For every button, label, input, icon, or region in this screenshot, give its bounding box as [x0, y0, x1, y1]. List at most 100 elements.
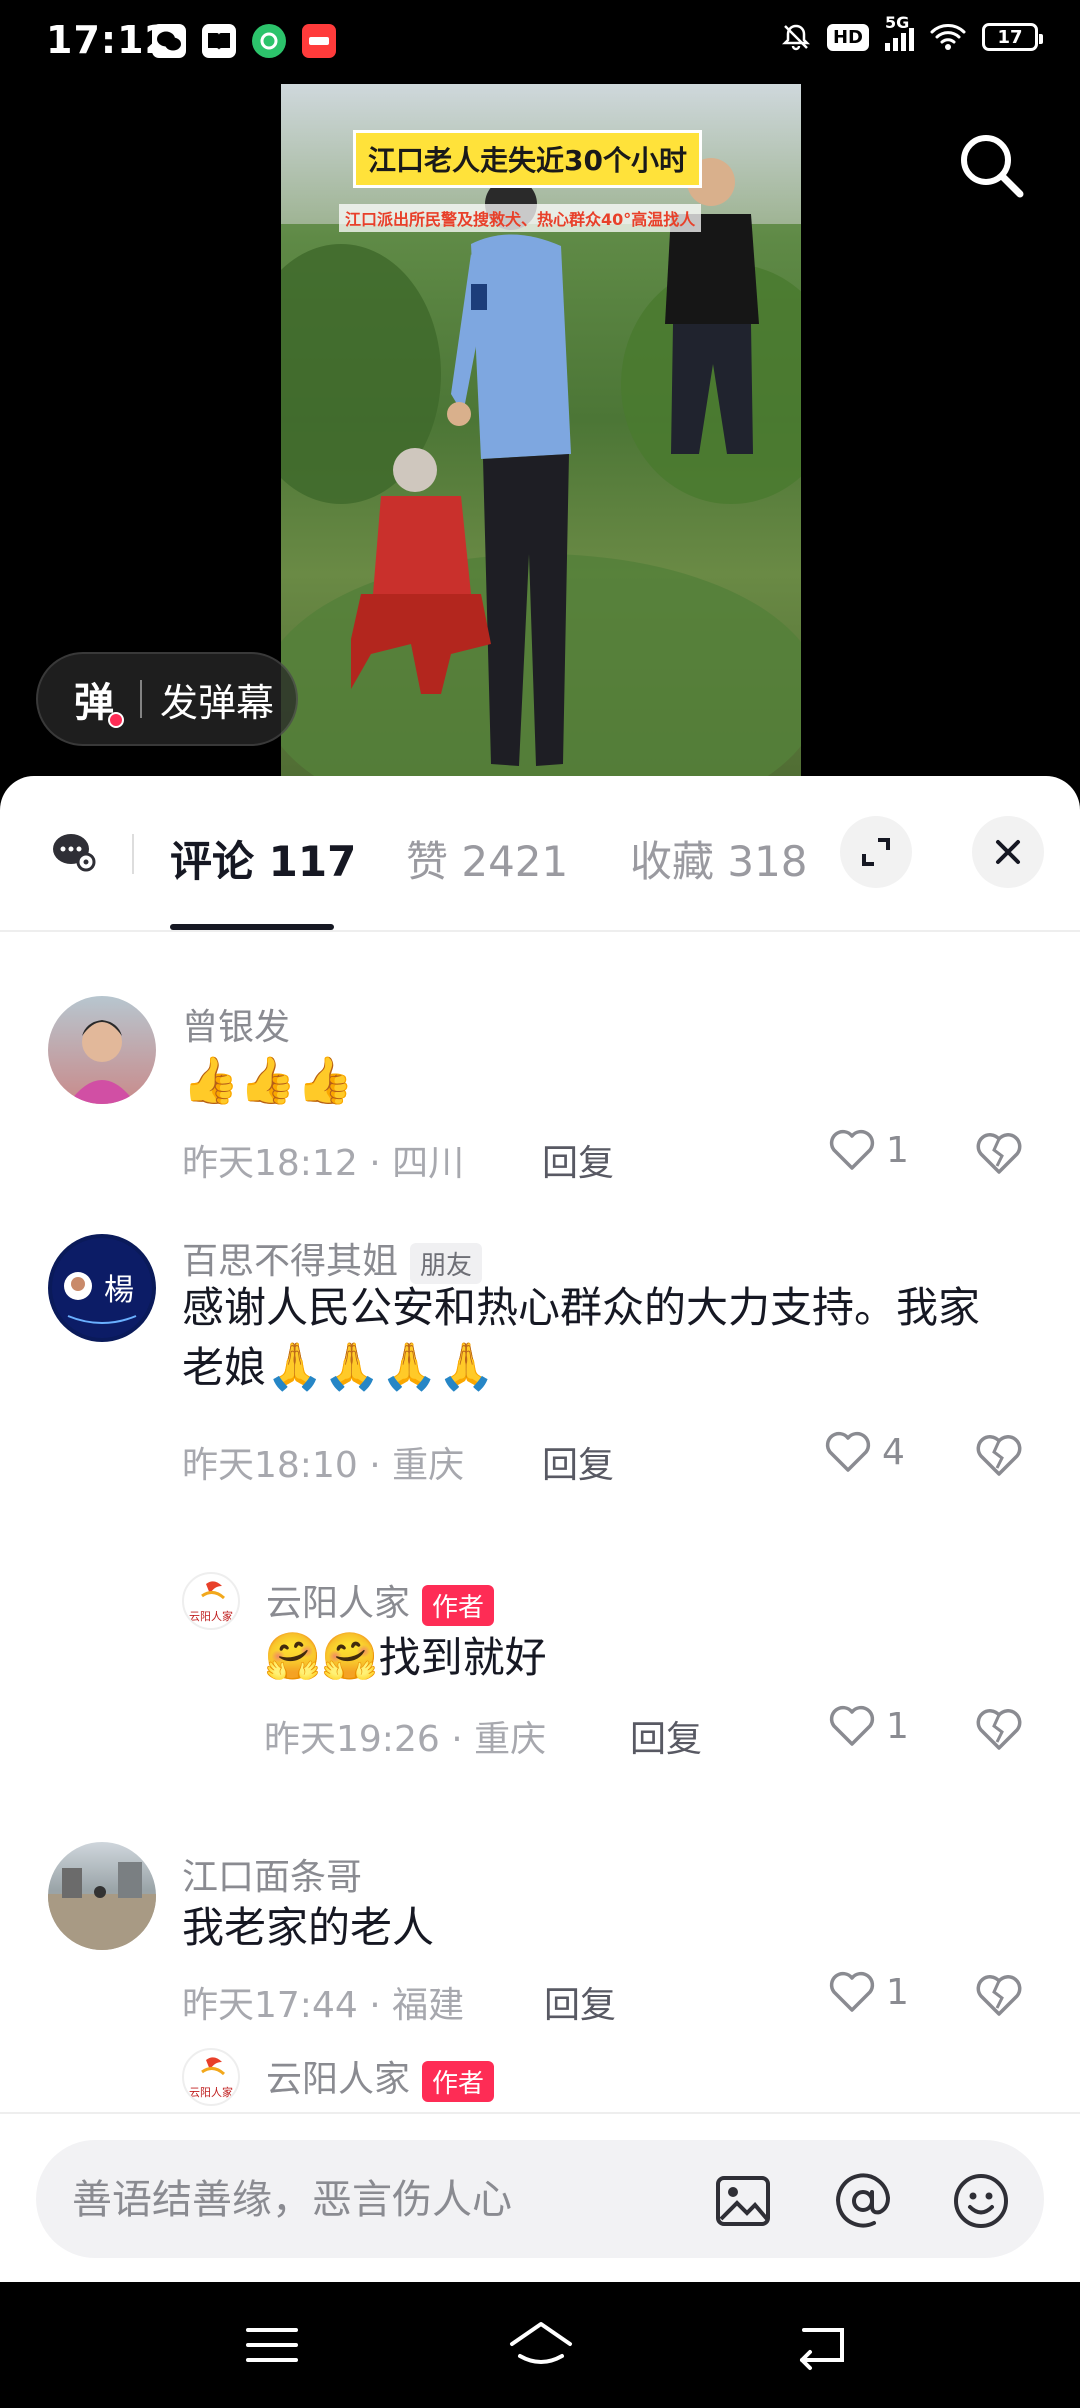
- hd-badge: HD: [826, 23, 869, 51]
- comment-time: 昨天19:26: [264, 1719, 440, 1760]
- hugging-emoji: 🤗: [321, 1629, 379, 1683]
- reply-button[interactable]: 回复: [542, 1134, 614, 1186]
- like-button[interactable]: 4: [824, 1430, 905, 1474]
- comment-location: 福建: [392, 1985, 465, 2026]
- like-count: 1: [886, 1129, 909, 1171]
- smiley-icon: [954, 2174, 1008, 2228]
- wechat-icon: [152, 24, 186, 58]
- comment-author[interactable]: 云阳人家 作者: [266, 2050, 495, 2102]
- comment-text: 🤗🤗找到就好: [264, 1628, 547, 1688]
- sheet-header: 评论 117 赞 2421 收藏 318: [0, 776, 1080, 932]
- dislike-button[interactable]: [974, 1972, 1024, 2018]
- image-icon: [716, 2176, 770, 2226]
- wifi-icon: [930, 24, 966, 50]
- comment-author[interactable]: 云阳人家 作者: [266, 1574, 495, 1626]
- like-count: 4: [882, 1431, 905, 1473]
- like-button[interactable]: 1: [828, 1128, 909, 1172]
- tab-comments[interactable]: 评论 117: [170, 828, 356, 889]
- avatar-text: 楊: [104, 1273, 134, 1308]
- active-tab-indicator: [170, 924, 334, 930]
- reply-button[interactable]: 回复: [542, 1436, 614, 1488]
- video-frame[interactable]: 江口老人走失近30个小时 江口派出所民警及搜救犬、热心群众40°高温找人: [281, 84, 801, 784]
- author-badge: 作者: [422, 1584, 495, 1626]
- comment-input-container[interactable]: [36, 2140, 1044, 2258]
- elderly-woman-figure: [351, 448, 491, 694]
- reply-button[interactable]: 回复: [630, 1710, 702, 1762]
- mute-bell-icon: [781, 24, 811, 51]
- comment-author[interactable]: 江口面条哥: [182, 1848, 362, 1900]
- battery-icon: 17: [982, 23, 1043, 51]
- heart-icon: [829, 1705, 875, 1746]
- comment-text: 我老家的老人: [182, 1903, 435, 1952]
- chat-settings-button[interactable]: [52, 832, 96, 872]
- expand-button[interactable]: [840, 816, 912, 888]
- comment-location: 重庆: [474, 1719, 547, 1760]
- battery-level: 17: [997, 26, 1023, 48]
- like-button[interactable]: 1: [828, 1970, 909, 2014]
- emoji-button[interactable]: [950, 2170, 1012, 2232]
- menu-button[interactable]: [240, 2316, 304, 2374]
- author-name: 百思不得其姐: [182, 1241, 399, 1282]
- expand-icon: [862, 838, 890, 866]
- comment-input-bar: [0, 2112, 1080, 2282]
- like-count: 1: [886, 1705, 909, 1747]
- comment-meta: 昨天18:12 · 四川: [182, 1143, 465, 1184]
- tab-favorites[interactable]: 收藏 318: [630, 828, 808, 889]
- home-icon: [510, 2322, 572, 2364]
- folded-hands-emoji: 🙏: [266, 1339, 324, 1393]
- folded-hands-emoji: 🙏: [323, 1339, 381, 1393]
- app-green-icon: [252, 24, 286, 58]
- video-player[interactable]: 江口老人走失近30个小时 江口派出所民警及搜救犬、热心群众40°高温找人 弹 发…: [0, 84, 1080, 784]
- author-badge: 作者: [422, 2060, 495, 2102]
- system-nav-bar: [0, 2282, 1080, 2408]
- divider: [140, 680, 142, 718]
- avatar-text: 云阳人家: [189, 2085, 233, 2099]
- close-button[interactable]: [972, 816, 1044, 888]
- avatar[interactable]: 楊: [48, 1234, 156, 1342]
- comment-time: 昨天17:44: [182, 1985, 358, 2026]
- comment-time: 昨天18:12: [182, 1143, 358, 1184]
- comment-text: 感谢人民公安和热心群众的大力支持。我家老娘🙏🙏🙏🙏: [182, 1278, 1012, 1398]
- comment-author[interactable]: 曾银发: [182, 998, 290, 1050]
- thumbs-up-emoji: 👍: [182, 1053, 240, 1107]
- like-button[interactable]: 1: [828, 1704, 909, 1748]
- notification-icons: [152, 24, 336, 58]
- comment-body: 找到就好: [378, 1633, 547, 1682]
- mention-button[interactable]: [832, 2170, 894, 2232]
- heart-icon: [829, 1971, 875, 2012]
- broken-heart-icon: [976, 1435, 1022, 1476]
- at-sign-icon: [836, 2173, 891, 2228]
- danmu-icon: 弹: [74, 670, 124, 728]
- thumbs-up-emoji: 👍: [239, 1053, 297, 1107]
- danmu-label: 发弹幕: [160, 680, 275, 725]
- comment-author[interactable]: 百思不得其姐 朋友: [182, 1232, 483, 1284]
- video-caption: 江口老人走失近30个小时: [353, 130, 702, 188]
- search-button[interactable]: [952, 126, 1032, 206]
- video-subcaption: 江口派出所民警及搜救犬、热心群众40°高温找人: [339, 204, 702, 232]
- avatar[interactable]: [48, 1842, 156, 1950]
- dislike-button[interactable]: [974, 1706, 1024, 1752]
- send-danmu-button[interactable]: 弹 发弹幕: [36, 652, 298, 746]
- avatar[interactable]: 云阳人家: [182, 2048, 240, 2106]
- home-button[interactable]: [506, 2316, 572, 2374]
- signal-icon: 5G: [885, 13, 914, 51]
- divider: [132, 834, 134, 874]
- tab-likes[interactable]: 赞 2421: [406, 828, 568, 889]
- app-red-icon: [302, 24, 336, 58]
- back-button[interactable]: [790, 2316, 854, 2374]
- heart-icon: [829, 1129, 875, 1170]
- avatar[interactable]: [48, 996, 156, 1104]
- man-figure: [665, 158, 759, 454]
- comment-list[interactable]: 曾银发 👍👍👍 昨天18:12 · 四川 回复 1 楊 百思不得其姐 朋友 感谢人…: [0, 934, 1080, 2162]
- dislike-button[interactable]: [974, 1432, 1024, 1478]
- dislike-button[interactable]: [974, 1130, 1024, 1176]
- image-button[interactable]: [712, 2170, 774, 2232]
- folded-hands-emoji: 🙏: [380, 1339, 438, 1393]
- comment-time: 昨天18:10: [182, 1445, 358, 1486]
- avatar[interactable]: 云阳人家: [182, 1572, 240, 1630]
- close-icon: [996, 840, 1020, 864]
- reply-button[interactable]: 回复: [544, 1976, 616, 2028]
- status-right: HD 5G 17: [781, 13, 1043, 52]
- comment-input[interactable]: [72, 2170, 692, 2230]
- heart-icon: [825, 1431, 871, 1472]
